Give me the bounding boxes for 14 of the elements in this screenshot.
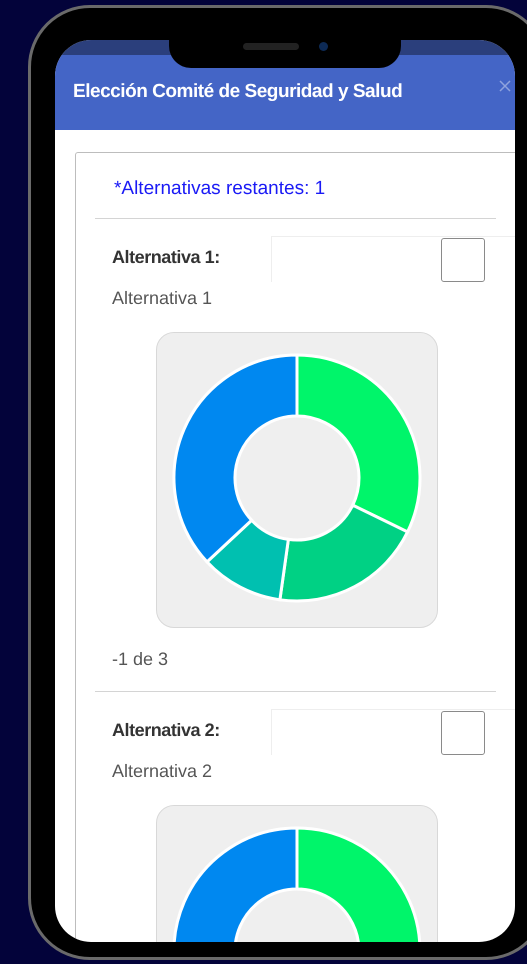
alternative-name: Alternativa 2 — [111, 760, 214, 782]
speaker-icon — [242, 42, 298, 50]
close-icon[interactable] — [499, 80, 511, 92]
alternative-label: Alternativa 2: — [112, 718, 221, 742]
checkbox[interactable] — [441, 710, 485, 754]
vote-count: -1 de 3 — [111, 648, 170, 670]
input-field[interactable] — [271, 236, 515, 282]
remaining-count: *Alternativas restantes: 1 — [113, 177, 326, 201]
input-field[interactable] — [271, 708, 515, 754]
alternative-label: Alternativa 1: — [112, 246, 221, 268]
window-title: Elección Comité de Seguridad y Salud — [73, 80, 402, 104]
alternative-name: Alternativa 1 — [111, 286, 214, 310]
checkbox[interactable] — [441, 238, 485, 282]
camera-icon — [318, 42, 328, 50]
